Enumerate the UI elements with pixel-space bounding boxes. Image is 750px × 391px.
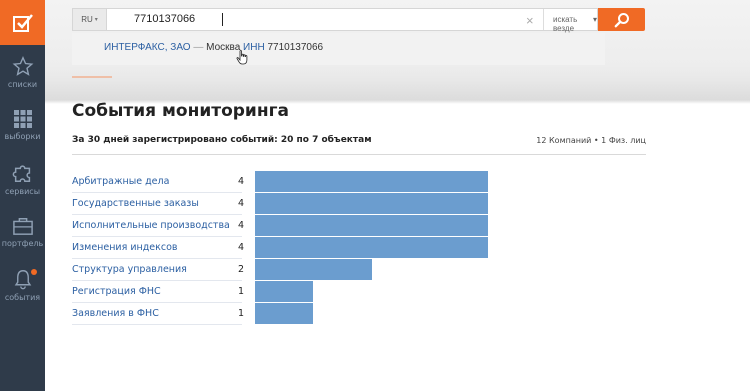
chevron-down-icon: ▾: [94, 17, 98, 23]
suggestion-company-name: ИНТЕРФАКС, ЗАО: [104, 42, 191, 53]
logo[interactable]: [0, 0, 45, 45]
search-scope-label: искать везде: [553, 15, 578, 33]
sidebar-item-services[interactable]: сервисы: [0, 162, 45, 196]
search-button[interactable]: [598, 8, 645, 31]
bar: [255, 171, 488, 192]
chart-row: Структура управления 2: [72, 259, 646, 281]
clear-search-icon[interactable]: ×: [526, 13, 534, 28]
category-label[interactable]: Изменения индексов: [72, 242, 178, 253]
objects-count: 12 Компаний • 1 Физ. лиц: [536, 136, 646, 145]
sidebar-item-lists[interactable]: списки: [0, 56, 45, 89]
category-label[interactable]: Регистрация ФНС: [72, 286, 161, 297]
value-label: 4: [238, 176, 245, 187]
search-suggestion[interactable]: ИНТЕРФАКС, ЗАО — Москва ИНН 7710137066: [72, 33, 605, 65]
bar: [255, 193, 488, 214]
chart-row: Изменения индексов 4: [72, 237, 646, 259]
search-icon: [614, 12, 629, 27]
chart-row: Исполнительные производства 4: [72, 215, 646, 237]
puzzle-icon: [12, 165, 30, 182]
bar: [255, 215, 488, 236]
chart-row: Регистрация ФНС 1: [72, 281, 646, 303]
notification-dot: [31, 269, 37, 275]
briefcase-icon: [12, 218, 33, 235]
divider: [543, 9, 544, 30]
sidebar: списки выборки сервисы портфель события: [0, 0, 45, 391]
sidebar-item-label: выборки: [4, 132, 41, 141]
language-label: RU: [81, 15, 93, 24]
sidebar-item-label: события: [4, 293, 41, 302]
checkbox-logo-icon: [12, 13, 33, 32]
category-label[interactable]: Структура управления: [72, 264, 187, 275]
value-label: 1: [238, 308, 245, 319]
page-title: События мониторинга: [72, 101, 289, 121]
sidebar-item-selections[interactable]: выборки: [0, 109, 45, 141]
bell-icon: [14, 270, 31, 290]
header: RU ▾ × искать везде ▾ ИНТЕРФАКС, ЗАО — М…: [45, 0, 750, 104]
value-label: 4: [238, 198, 245, 209]
search-scope-select[interactable]: искать везде ▾: [553, 15, 597, 33]
suggestion-text: ИНТЕРФАКС, ЗАО — Москва ИНН 7710137066: [104, 42, 323, 53]
text-cursor: [222, 13, 223, 26]
grid-icon: [13, 110, 32, 128]
chart-row: Государственные заказы 4: [72, 193, 646, 215]
category-label[interactable]: Государственные заказы: [72, 198, 199, 209]
bar: [255, 303, 314, 324]
value-label: 1: [238, 286, 245, 297]
value-label: 2: [238, 264, 245, 275]
bar: [255, 259, 372, 280]
star-icon: [12, 56, 33, 76]
suggestion-inn: 7710137066: [267, 42, 324, 53]
chevron-down-icon: ▾: [592, 15, 597, 24]
suggestion-dash: —: [193, 42, 204, 53]
bar: [255, 237, 488, 258]
category-label[interactable]: Арбитражные дела: [72, 176, 169, 187]
category-label[interactable]: Заявления в ФНС: [72, 308, 159, 319]
sidebar-item-portfolio[interactable]: портфель: [0, 216, 45, 248]
events-summary: За 30 дней зарегистрировано событий: 20 …: [72, 135, 372, 145]
search-bar: RU ▾ × искать везде ▾: [72, 8, 598, 33]
chart-row: Заявления в ФНС 1: [72, 303, 646, 325]
sidebar-item-label: сервисы: [4, 187, 41, 196]
divider: [72, 154, 646, 155]
hand-cursor-icon: [236, 50, 248, 65]
chart-row: Арбитражные дела 4: [72, 171, 646, 193]
value-label: 4: [238, 242, 245, 253]
sidebar-item-label: списки: [7, 80, 38, 89]
bar: [255, 281, 314, 302]
language-select[interactable]: RU ▾: [73, 9, 107, 30]
sidebar-item-label: портфель: [1, 239, 44, 248]
row-divider: [72, 324, 242, 325]
active-tab-indicator: [72, 76, 112, 78]
sidebar-item-events[interactable]: события: [0, 269, 45, 302]
value-label: 4: [238, 220, 245, 231]
category-label[interactable]: Исполнительные производства: [72, 220, 230, 231]
search-input[interactable]: [134, 13, 434, 25]
